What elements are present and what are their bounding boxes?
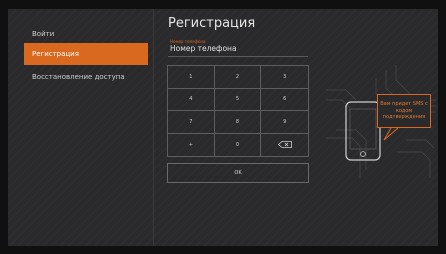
phone-input[interactable]: Номер телефона [170,44,237,53]
key-plus[interactable]: + [168,133,215,156]
key-3[interactable]: 3 [261,66,308,89]
key-2[interactable]: 2 [214,66,262,89]
numeric-keypad: 1 2 3 4 5 6 7 8 9 + 0 [167,65,309,157]
sidebar-item-label: Войти [32,30,55,38]
phone-input-underline [168,56,308,57]
backspace-icon [277,141,292,149]
phone-icon [345,101,381,161]
key-5[interactable]: 5 [214,88,262,111]
sidebar-item-label: Восстановление доступа [32,73,125,81]
key-0[interactable]: 0 [215,133,262,156]
sidebar-item-recovery[interactable]: Восстановление доступа [24,66,148,88]
key-9[interactable]: 9 [261,111,308,134]
sms-hint-bubble: Вам придет SMS с кодом подтверждения [377,94,431,128]
sidebar-item-login[interactable]: Войти [24,23,148,45]
key-backspace[interactable] [261,134,308,157]
sidebar-divider [153,9,154,246]
key-7[interactable]: 7 [168,111,215,134]
key-1[interactable]: 1 [168,66,215,89]
sms-hint-text: Вам придет SMS с кодом подтверждения [380,101,428,121]
page-title: Регистрация [168,16,256,31]
key-6[interactable]: 6 [261,89,308,111]
ok-button[interactable]: OK [167,163,309,183]
key-4[interactable]: 4 [168,88,215,111]
key-8[interactable]: 8 [214,111,262,134]
sidebar-item-registration[interactable]: Регистрация [24,43,148,65]
sidebar-item-label: Регистрация [32,50,79,58]
